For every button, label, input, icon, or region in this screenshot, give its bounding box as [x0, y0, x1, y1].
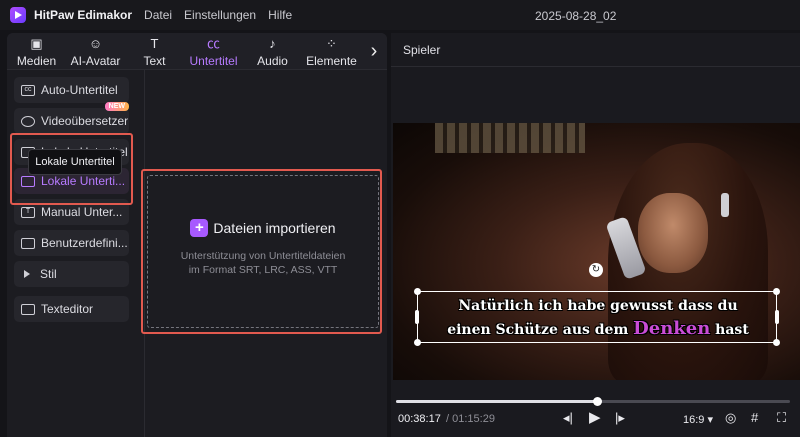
translate-icon [21, 115, 35, 127]
text-icon: T [150, 36, 159, 51]
rotate-handle-icon[interactable]: ↻ [589, 263, 603, 277]
tab-audio[interactable]: ♪ Audio [243, 33, 302, 69]
media-icon: ▣ [30, 36, 43, 51]
tab-label: Text [143, 54, 166, 68]
triangle-icon [24, 270, 30, 278]
tab-bar: ▣ Medien ☺ AI-Avatar T Text ㏄ Untertitel… [7, 33, 387, 69]
import-description-line: im Format SRT, LRC, ASS, VTT [188, 264, 338, 276]
tab-elemente[interactable]: ⁘ Elemente [302, 33, 361, 69]
play-icon[interactable]: ▶ [589, 408, 601, 426]
subtitle-line-2: einen Schütze aus dem Denken hast [418, 318, 778, 339]
subtitle-text: hast [710, 322, 749, 338]
aspect-ratio-dropdown[interactable]: 16:9 ▾ [683, 413, 713, 426]
subtitle-sidebar: cc Auto-Untertitel Videoübersetzer NEW L… [7, 70, 137, 437]
app-name: HitPaw Edimakor [34, 8, 133, 22]
tab-label: Elemente [306, 54, 357, 68]
player-header: Spieler [391, 33, 800, 67]
sidebar-item-label: Manual Unter... [41, 205, 123, 219]
tab-ai-avatar[interactable]: ☺ AI-Avatar [66, 33, 125, 69]
elements-icon: ⁘ [326, 36, 337, 51]
tab-label: Medien [16, 54, 57, 68]
step-back-icon[interactable]: ◂| [563, 410, 573, 426]
sidebar-item-label: Auto-Untertitel [41, 83, 118, 97]
tab-medien[interactable]: ▣ Medien [7, 33, 66, 69]
title-bar: HitPaw Edimakor Datei Einstellungen Hilf… [0, 0, 800, 30]
manual-subtitle-icon: T [21, 206, 35, 218]
subtitle-highlight: Denken [633, 318, 711, 339]
tab-label: Audio [257, 54, 288, 68]
import-label: Dateien importieren [213, 220, 336, 236]
progress-knob[interactable] [592, 397, 602, 406]
project-title: 2025-08-28_02 [535, 9, 617, 23]
player-controls: 00:38:17 / 01:15:29 ◂| ▶ |▸ 16:9 ▾ ◎ # ⛶ [391, 407, 800, 437]
cc-icon: cc [21, 84, 35, 96]
sidebar-item-label: Benutzerdefini... [41, 236, 128, 250]
app-window: HitPaw Edimakor Datei Einstellungen Hilf… [0, 0, 800, 437]
tab-label: Untertitel [189, 54, 238, 68]
subtitle-text: einen Schütze aus dem [447, 322, 634, 338]
plus-icon: + [190, 219, 209, 237]
resize-handle[interactable] [414, 339, 421, 346]
sidebar-item-label: Videoübersetzer [41, 114, 129, 128]
resize-handle[interactable] [414, 288, 421, 295]
subtitle-icon: ㏄ [206, 36, 220, 51]
scene-face [638, 193, 708, 273]
resize-handle[interactable] [773, 339, 780, 346]
music-note-icon: ♪ [269, 36, 276, 51]
import-drop-zone[interactable]: + Dateien importieren Unterstützung von … [147, 175, 379, 328]
time-total: / 01:15:29 [446, 413, 495, 425]
sidebar-item-texteditor[interactable]: Texteditor [14, 296, 129, 322]
sidebar-item-auto-untertitel[interactable]: cc Auto-Untertitel [14, 77, 129, 103]
camera-icon[interactable]: ◎ [725, 410, 736, 426]
new-badge: NEW [104, 102, 129, 111]
menu-hilfe[interactable]: Hilfe [268, 8, 292, 22]
import-description-line: Unterstützung von Untertiteldateien [180, 250, 346, 262]
chevron-right-icon[interactable]: › [361, 33, 387, 69]
custom-icon [21, 237, 35, 249]
progress-bar[interactable] [396, 397, 790, 406]
menu-einstellungen[interactable]: Einstellungen [184, 8, 256, 22]
import-description: Unterstützung von Untertiteldateien im F… [163, 249, 363, 277]
time-current: 00:38:17 [398, 413, 441, 425]
video-preview[interactable]: ↻ Natürlich ich habe gewusst dass du ein… [393, 123, 800, 380]
tab-text[interactable]: T Text [125, 33, 184, 69]
resize-handle[interactable] [773, 288, 780, 295]
subtitle-line-1: Natürlich ich habe gewusst dass du [458, 298, 738, 314]
text-editor-icon [21, 303, 35, 315]
app-logo-icon [10, 7, 26, 23]
import-button[interactable]: + Dateien importieren [190, 219, 336, 237]
highlight-frame [10, 133, 133, 205]
fullscreen-icon[interactable]: ⛶ [777, 410, 786, 426]
sidebar-item-benutzerdefiniert[interactable]: Benutzerdefini... [14, 230, 129, 256]
scene-window [435, 123, 585, 153]
grid-icon[interactable]: # [751, 410, 758, 425]
scene-mic [721, 193, 729, 217]
sidebar-item-stil[interactable]: Stil [14, 261, 129, 287]
sidebar-item-videouebersetzer[interactable]: Videoübersetzer NEW [14, 102, 129, 134]
subtitle-box[interactable]: Natürlich ich habe gewusst dass du einen… [414, 288, 780, 346]
sidebar-item-label: Texteditor [41, 302, 94, 316]
menu-datei[interactable]: Datei [144, 8, 172, 22]
tab-untertitel[interactable]: ㏄ Untertitel [184, 33, 243, 69]
step-forward-icon[interactable]: |▸ [615, 410, 625, 426]
sidebar-item-label: Stil [40, 267, 57, 281]
player-panel: Spieler ↻ Natürlich ich habe gewusst das… [391, 33, 800, 437]
avatar-icon: ☺ [88, 36, 103, 51]
tab-label: AI-Avatar [70, 54, 121, 68]
progress-fill [396, 400, 597, 403]
